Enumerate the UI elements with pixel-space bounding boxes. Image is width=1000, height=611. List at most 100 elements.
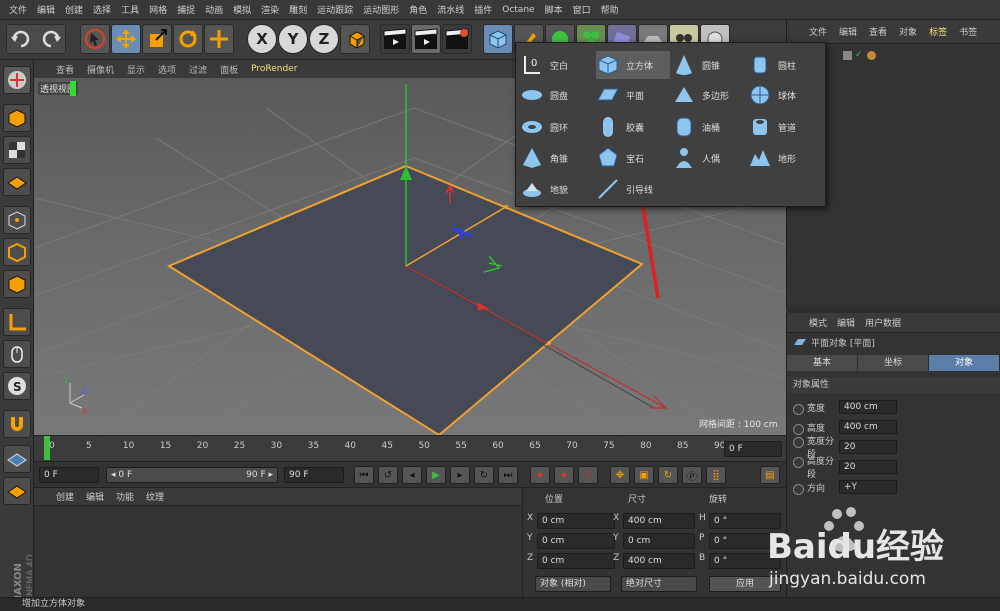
menu-animate[interactable]: 动画 xyxy=(200,3,228,16)
snap-button[interactable]: S xyxy=(3,372,31,400)
range-slider[interactable]: ◂ 0 F 90 F ▸ xyxy=(106,467,278,483)
mat-menu-edit[interactable]: 编辑 xyxy=(86,490,104,503)
x-axis-arrow-icon[interactable] xyxy=(650,395,668,409)
keyframe-selection-button[interactable]: ? xyxy=(578,466,598,484)
record-button[interactable]: ⏺ xyxy=(530,466,550,484)
primitive-item-guide[interactable]: 引导线 xyxy=(596,175,670,203)
menu-mesh[interactable]: 网格 xyxy=(144,3,172,16)
attr-value-field[interactable]: 20 xyxy=(839,460,897,474)
menu-select[interactable]: 选择 xyxy=(88,3,116,16)
menu-sculpt[interactable]: 雕刻 xyxy=(284,3,312,16)
menu-file[interactable]: 文件 xyxy=(4,3,32,16)
menu-motion-tracker[interactable]: 运动跟踪 xyxy=(312,3,358,16)
prev-frame-button[interactable]: ◂ xyxy=(402,466,422,484)
size-field[interactable]: 400 cm xyxy=(623,513,695,529)
move-tool-button[interactable] xyxy=(111,24,141,54)
primitive-item-relief[interactable]: 地貌 xyxy=(520,175,594,203)
primitive-item-polygon[interactable]: 多边形 xyxy=(672,81,746,109)
primitive-item-cylinder[interactable]: 圆柱 xyxy=(748,51,822,79)
plane-handle-x[interactable] xyxy=(547,341,551,345)
obj-menu-view[interactable]: 查看 xyxy=(869,25,887,38)
plane-handle-z[interactable] xyxy=(504,205,508,209)
timeline[interactable]: 0 5 10 15 20 25 30 35 40 45 50 55 60 65 70 75 80 85 90 0 F xyxy=(34,435,786,461)
layer-icon[interactable] xyxy=(843,50,852,60)
position-field[interactable]: 0 cm xyxy=(537,533,615,549)
polygons-mode-button[interactable] xyxy=(3,270,31,298)
vp-menu-camera[interactable]: 摄像机 xyxy=(87,63,114,76)
coord-mode-select[interactable]: 对象 (相对) xyxy=(535,576,611,592)
magnet-button[interactable] xyxy=(3,410,31,438)
model-mode-button[interactable] xyxy=(3,104,31,132)
menu-edit[interactable]: 编辑 xyxy=(32,3,60,16)
mat-menu-create[interactable]: 创建 xyxy=(56,490,74,503)
primitive-item-capsule[interactable]: 胶囊 xyxy=(596,113,670,141)
key-param-button[interactable]: Ⓟ xyxy=(682,466,702,484)
attr-tab-object[interactable]: 对象 xyxy=(929,355,1000,371)
key-scale-button[interactable]: ▣ xyxy=(634,466,654,484)
primitive-item-pyramid[interactable]: 角锥 xyxy=(520,144,594,172)
vp-menu-view[interactable]: 查看 xyxy=(56,63,74,76)
primitive-item-landscape[interactable]: 地形 xyxy=(748,144,822,172)
menu-mograph[interactable]: 运动图形 xyxy=(358,3,404,16)
prev-key-button[interactable]: ↺ xyxy=(378,466,398,484)
next-key-button[interactable]: ↻ xyxy=(474,466,494,484)
axis-mode-button[interactable] xyxy=(3,308,31,336)
primitive-item-cone[interactable]: 圆锥 xyxy=(672,51,746,79)
attr-menu-userdata[interactable]: 用户数据 xyxy=(865,316,901,329)
attr-value-field[interactable]: +Y xyxy=(839,480,897,494)
edges-mode-button[interactable] xyxy=(3,238,31,266)
tag-icon[interactable] xyxy=(866,50,876,60)
go-to-start-button[interactable]: ⏮ xyxy=(354,466,374,484)
primitive-item-oiltank[interactable]: 油桶 xyxy=(672,113,746,141)
transform-tool-button[interactable] xyxy=(204,24,234,54)
menu-character[interactable]: 角色 xyxy=(404,3,432,16)
mat-menu-function[interactable]: 功能 xyxy=(116,490,134,503)
vp-menu-display[interactable]: 显示 xyxy=(127,63,145,76)
size-mode-select[interactable]: 绝对尺寸 xyxy=(621,576,697,592)
menu-simulate[interactable]: 模拟 xyxy=(228,3,256,16)
menu-plugins[interactable]: 插件 xyxy=(469,3,497,16)
attr-tab-basic[interactable]: 基本 xyxy=(787,355,858,371)
attr-value-field[interactable]: 20 xyxy=(839,440,897,454)
mat-menu-texture[interactable]: 纹理 xyxy=(146,490,164,503)
primitive-item-null[interactable]: 0 空白 xyxy=(520,51,594,79)
menu-render[interactable]: 渲染 xyxy=(256,3,284,16)
y-axis-lock-button[interactable]: Y xyxy=(278,24,308,54)
visibility-check-icon[interactable]: ✓ xyxy=(855,50,863,60)
vp-menu-options[interactable]: 选项 xyxy=(158,63,176,76)
render-to-picture-viewer-button[interactable] xyxy=(411,24,441,54)
attr-menu-mode[interactable]: 模式 xyxy=(809,316,827,329)
obj-menu-edit[interactable]: 编辑 xyxy=(839,25,857,38)
obj-menu-object[interactable]: 对象 xyxy=(899,25,917,38)
current-frame-field[interactable]: 0 F xyxy=(724,441,782,457)
primitive-item-cube[interactable]: 立方体 xyxy=(596,51,670,79)
play-button[interactable]: ▶ xyxy=(426,466,446,484)
tweak-mode-button[interactable] xyxy=(3,340,31,368)
end-frame-field[interactable]: 90 F xyxy=(284,467,344,483)
auto-key-button[interactable]: ⏺ xyxy=(554,466,574,484)
primitive-item-disc[interactable]: 圆盘 xyxy=(520,81,594,109)
attr-value-field[interactable]: 400 cm xyxy=(839,400,897,414)
menu-tools[interactable]: 工具 xyxy=(116,3,144,16)
vp-menu-prorender[interactable]: ProRender xyxy=(251,64,297,74)
primitive-item-figure[interactable]: 人偶 xyxy=(672,144,746,172)
points-mode-button[interactable] xyxy=(3,206,31,234)
obj-menu-file[interactable]: 文件 xyxy=(809,25,827,38)
position-field[interactable]: 0 cm xyxy=(537,513,615,529)
coordinate-system-button[interactable] xyxy=(340,24,370,54)
menu-octane[interactable]: Octane xyxy=(497,5,539,15)
primitive-item-torus[interactable]: 圆环 xyxy=(520,113,594,141)
menu-snap[interactable]: 捕捉 xyxy=(172,3,200,16)
cube-tool-button[interactable] xyxy=(483,24,513,54)
menu-pipeline[interactable]: 流水线 xyxy=(432,3,469,16)
obj-menu-bookmarks[interactable]: 书签 xyxy=(959,25,977,38)
menu-help[interactable]: 帮助 xyxy=(596,3,624,16)
select-tool-button[interactable] xyxy=(80,24,110,54)
rotate-tool-button[interactable] xyxy=(173,24,203,54)
start-frame-field[interactable]: 0 F xyxy=(39,467,99,483)
lock-workplane-button[interactable] xyxy=(3,445,31,473)
key-rotation-button[interactable]: ↻ xyxy=(658,466,678,484)
attr-value-field[interactable]: 400 cm xyxy=(839,420,897,434)
attr-menu-edit[interactable]: 编辑 xyxy=(837,316,855,329)
texture-mode-button[interactable] xyxy=(3,136,31,164)
